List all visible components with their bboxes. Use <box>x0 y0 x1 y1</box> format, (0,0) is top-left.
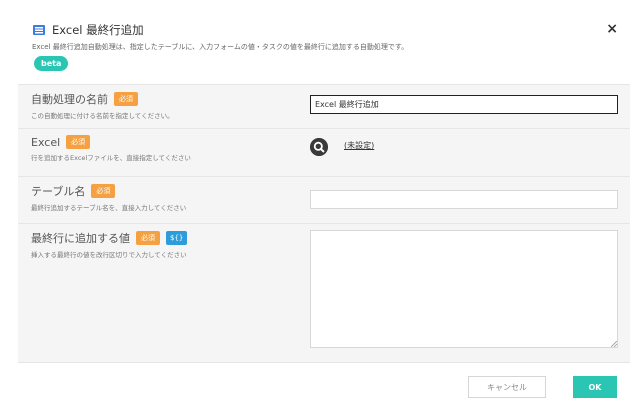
dialog-description: Excel 最終行追加自動処理は、指定したテーブルに、入力フォームの値・タスクの… <box>32 43 409 51</box>
required-badge: 必須 <box>91 184 116 198</box>
field-label-col: テーブル名 必須 最終行追加するテーブル名を、直接入力してください <box>31 183 301 212</box>
field-row-table: テーブル名 必須 最終行追加するテーブル名を、直接入力してください <box>18 176 630 223</box>
process-name-input[interactable] <box>310 95 618 114</box>
field-label: 自動処理の名前 <box>31 93 108 106</box>
field-label-col: 最終行に追加する値 必須 ${} 挿入する最終行の値を改行区切りで入力してくださ… <box>31 230 301 259</box>
dialog-header: Excel 最終行追加 × Excel 最終行追加自動処理は、指定したテーブルに… <box>18 12 630 78</box>
variable-insert-button[interactable]: ${} <box>166 231 188 245</box>
field-help: 最終行追加するテーブル名を、直接入力してください <box>31 204 187 212</box>
field-help: 行を追加するExcelファイルを、直接指定してください <box>31 154 191 162</box>
required-badge: 必須 <box>66 135 91 149</box>
beta-badge: beta <box>34 56 69 71</box>
field-label-col: 自動処理の名前 必須 この自動処理に付ける名前を指定してください。 <box>31 91 301 120</box>
cancel-button[interactable]: キャンセル <box>468 376 546 398</box>
field-row-excel: Excel 必須 行を追加するExcelファイルを、直接指定してください (未設… <box>18 128 630 176</box>
search-icon[interactable] <box>310 138 328 156</box>
footer-divider <box>18 362 630 363</box>
field-row-name: 自動処理の名前 必須 この自動処理に付ける名前を指定してください。 <box>18 84 630 128</box>
close-icon[interactable]: × <box>606 22 618 36</box>
dialog-title-row: Excel 最終行追加 <box>32 22 144 38</box>
append-values-textarea[interactable] <box>310 230 618 348</box>
field-row-values: 最終行に追加する値 必須 ${} 挿入する最終行の値を改行区切りで入力してくださ… <box>18 223 630 362</box>
field-help: 挿入する最終行の値を改行区切りで入力してください <box>31 251 187 259</box>
field-label-col: Excel 必須 行を追加するExcelファイルを、直接指定してください <box>31 135 301 162</box>
ok-button[interactable]: OK <box>573 376 617 398</box>
required-badge: 必須 <box>136 231 160 245</box>
dialog-title: Excel 最終行追加 <box>52 23 144 37</box>
excel-sheet-icon <box>33 25 45 35</box>
table-name-input[interactable] <box>310 190 618 209</box>
resize-grip-icon[interactable] <box>611 341 617 347</box>
field-help: この自動処理に付ける名前を指定してください。 <box>31 112 174 120</box>
excel-file-link[interactable]: (未設定) <box>344 140 374 151</box>
required-badge: 必須 <box>114 92 138 106</box>
excel-last-row-dialog: Excel 最終行追加 × Excel 最終行追加自動処理は、指定したテーブルに… <box>18 12 630 408</box>
field-label: Excel <box>31 135 61 149</box>
field-label: テーブル名 <box>31 185 86 198</box>
field-label: 最終行に追加する値 <box>31 232 130 245</box>
